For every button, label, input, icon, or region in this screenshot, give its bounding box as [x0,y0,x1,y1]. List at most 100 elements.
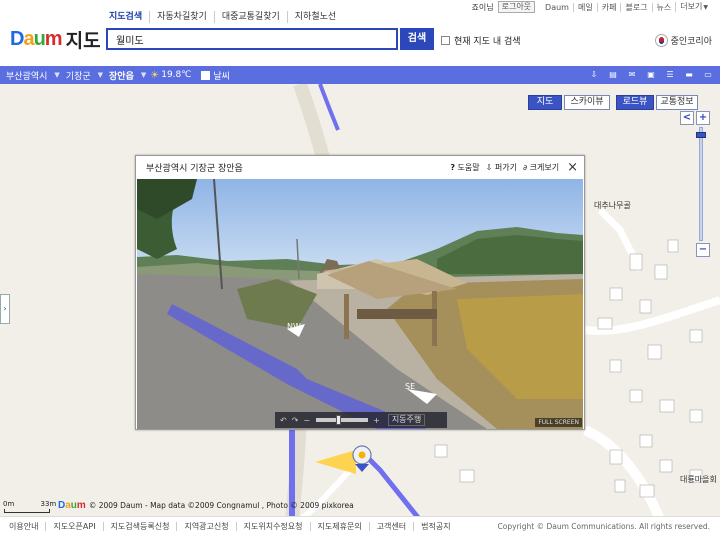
roadview-popup: 부산광역시 기장군 장안읍 ? 도움말 ⇩ 퍼가기 ∂ 크게보기 × NW SE… [135,155,585,430]
rotate-right-icon[interactable]: ↷ [292,416,299,425]
more-icon[interactable]: ▭ [702,70,714,80]
print-icon[interactable]: ▤ [607,70,619,80]
full-screen-button[interactable]: FULL SCREEN [535,418,582,427]
tab-roadview[interactable]: 로드뷰 [616,95,654,110]
logout-button[interactable]: 로그아웃 [497,1,536,13]
zoom-out-button[interactable]: − [696,243,710,257]
crumb-county[interactable]: 기장군 [60,69,98,82]
sun-icon: ☀ [150,69,160,81]
chevron-down-icon[interactable]: ▼ [54,71,59,79]
roadview-controls: ↶ ↷ − + 지동주행 [275,412,447,428]
gnb-more[interactable]: 더보기▼ [675,2,712,12]
footer-link-legal[interactable]: 법적공지 [413,522,457,531]
gnb-news[interactable]: 뉴스 [651,2,676,12]
gnb-more-label: 더보기 [680,2,703,11]
crumb-province[interactable]: 부산광역시 [0,69,54,82]
gnb-daum[interactable]: Daum [541,3,573,12]
tab-map-view[interactable]: 지도 [528,95,562,110]
region-label: 중인코리아 [670,37,712,47]
help-link[interactable]: ? 도움말 [450,162,479,173]
credit-text: © 2009 Daum - Map data ©2009 Congnamul ,… [88,501,354,510]
daum-logo[interactable]: D a u m 지도 [10,27,101,52]
tab-transit-route[interactable]: 대중교통길찾기 [213,11,287,23]
search-input[interactable] [108,30,396,48]
help-link-label: 도움말 [457,162,480,172]
tab-traffic[interactable]: 교통정보 [656,95,698,110]
expand-panel-button[interactable]: › [0,294,10,324]
roadview-panorama[interactable]: NW SE [137,179,583,429]
list-icon[interactable]: ☰ [664,70,676,80]
zoom-slider-knob[interactable] [696,132,706,138]
footer-link-support[interactable]: 고객센터 [368,522,413,531]
chevron-down-icon[interactable]: ▼ [141,71,146,79]
pan-left-button[interactable]: < [680,111,694,125]
rotate-left-icon[interactable]: ↶ [280,416,287,425]
place-label-daechu[interactable]: 대추나무골 [594,200,631,211]
gnb-mail[interactable]: 메일 [572,2,597,12]
logo-letter-a: a [23,27,34,50]
search-in-view-checkbox[interactable] [441,36,450,45]
search-tabs: 지도검색 자동차길찾기 대중교통길찾기 지하철노선 [106,11,343,23]
auto-drive-button[interactable]: 지동주행 [387,414,426,426]
zoom-slider-track[interactable] [699,127,703,241]
roadview-header: 부산광역시 기장군 장안읍 ? 도움말 ⇩ 퍼가기 ∂ 크게보기 × [136,156,584,178]
scale-end: 33m [40,500,57,508]
zoom-minus-icon[interactable]: − [303,416,310,425]
direction-nw[interactable]: NW [287,322,301,331]
search-button[interactable]: 검색 [400,28,434,50]
footer-link-guide[interactable]: 이용안내 [0,522,45,531]
global-nav: 죠이님 로그아웃 Daum 메일 카페 블로그 뉴스 더보기▼ [472,1,713,13]
roadview-zoom-slider[interactable] [316,415,369,425]
help-icon: ? [450,162,455,172]
scale-bar: 0m 33m [3,500,57,513]
chevron-down-icon[interactable]: ▼ [98,71,103,79]
daum-mini-logo: Daum [58,500,86,511]
enlarge-link-label: 크게보기 [529,162,560,172]
share-link[interactable]: ⇩ 퍼가기 [486,162,517,173]
search-in-view-option[interactable]: 현재 지도 내 검색 [441,34,521,47]
search-box [106,28,398,50]
tab-map-search[interactable]: 지도검색 [106,11,149,23]
enlarge-link[interactable]: ∂ 크게보기 [523,162,559,173]
link-icon: ∂ [522,162,528,172]
roadview-zoom-knob[interactable] [336,415,342,425]
map-tools: ⇩ ▤ ✉ ▣ ☰ ▬ ▭ [581,66,714,84]
weather-label: 날씨 [213,71,230,82]
download-icon[interactable]: ⇩ [588,70,600,80]
roadview-address: 부산광역시 기장군 장안읍 [146,163,243,174]
footer-link-register[interactable]: 지도검색등록신청 [102,522,177,531]
footer-link-ads[interactable]: 지역광고신청 [176,522,235,531]
search-in-view-label: 현재 지도 내 검색 [454,37,521,47]
tab-subway-map[interactable]: 지하철노선 [286,11,343,23]
direction-se[interactable]: SE [405,382,415,391]
weather-checkbox[interactable] [201,70,211,80]
region-selector[interactable]: 중인코리아 [654,34,712,47]
bar-icon[interactable]: ▬ [683,70,695,80]
header: D a u m 지도 지도검색 자동차길찾기 대중교통길찾기 지하철노선 검색 … [0,0,720,66]
tab-car-route[interactable]: 자동차길찾기 [149,11,214,23]
close-icon[interactable]: × [567,161,578,174]
crumb-town[interactable]: 장안읍 [103,69,141,82]
zoom-in-button[interactable]: + [696,111,710,125]
mail-icon[interactable]: ✉ [626,70,638,80]
share-icon: ⇩ [485,162,493,172]
place-label-daeryong[interactable]: 대룡마을회 [680,474,717,485]
settings-icon[interactable]: ▣ [645,70,657,80]
scale-start: 0m [3,500,15,508]
mini-logo-m: m [76,500,86,511]
panorama-image: NW SE [137,179,583,429]
gnb-blog[interactable]: 블로그 [620,2,651,12]
tab-skyview[interactable]: 스카이뷰 [564,95,610,110]
footer-link-fix[interactable]: 지도위치수정요청 [235,522,310,531]
user-nickname[interactable]: 죠이님 [472,2,494,13]
temperature: 19.8℃ [161,70,192,80]
logo-letter-u: u [33,27,46,50]
korea-flag-icon [654,34,668,47]
zoom-plus-icon[interactable]: + [373,416,380,425]
copyright: Copyright © Daum Communications. All rig… [497,522,710,531]
gnb-cafe[interactable]: 카페 [596,2,621,12]
footer-link-partner[interactable]: 지도제휴문의 [309,522,369,531]
service-title: 지도 [65,29,101,52]
footer-link-api[interactable]: 지도오픈API [45,522,102,531]
location-bar: 부산광역시 ▼ 기장군 ▼ 장안읍 ▼ ☀ 19.8℃ 날씨 ⇩ ▤ ✉ ▣ ☰… [0,66,720,84]
